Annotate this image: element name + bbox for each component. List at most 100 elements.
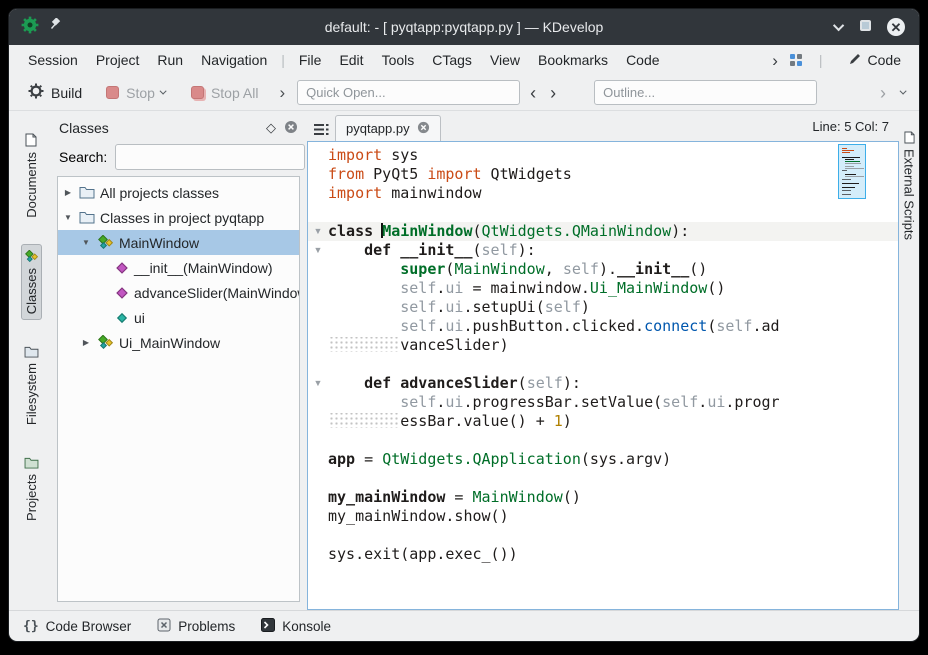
tree-item-init-mainwindow[interactable]: __init__(MainWindow)	[58, 255, 299, 280]
tree-item-label: __init__(MainWindow)	[134, 260, 273, 276]
dock-tab-documents[interactable]: Documents	[21, 127, 42, 224]
code-line[interactable]: self.ui.progressBar.setValue(self.ui.pro…	[308, 393, 898, 412]
tree-item-ui-mainwindow[interactable]: ▶Ui_MainWindow	[58, 330, 299, 355]
bottom-tool-label: Konsole	[282, 619, 331, 634]
build-button[interactable]: Build	[19, 78, 91, 107]
code-line[interactable]: my_mainWindow = MainWindow()	[308, 488, 898, 507]
bottom-tool-konsole[interactable]: Konsole	[261, 618, 331, 635]
chevron-down-icon[interactable]	[900, 88, 907, 95]
code-line-text: import sys	[328, 146, 418, 165]
tree-item-advanceslider-mainwindow[interactable]: advanceSlider(MainWindow)	[58, 280, 299, 305]
stop-all-button[interactable]: Stop All	[182, 80, 267, 106]
code-line[interactable]	[308, 355, 898, 374]
code-line[interactable]: self.ui.pushButton.clicked.connect(self.…	[308, 317, 898, 336]
code-line[interactable]	[308, 203, 898, 222]
titlebar[interactable]: default: - [ pyqtapp:pyqtapp.py ] — KDev…	[9, 9, 919, 45]
tree-item-mainwindow[interactable]: ▼MainWindow	[58, 230, 299, 255]
dock-tab-projects[interactable]: Projects	[21, 451, 42, 527]
maximize-button[interactable]	[860, 18, 871, 36]
quick-open-input[interactable]	[297, 80, 520, 105]
code-line[interactable]	[308, 469, 898, 488]
minimap-viewport[interactable]	[838, 144, 866, 199]
code-line[interactable]	[308, 526, 898, 545]
gutter	[308, 393, 328, 412]
toolbar-overflow-icon[interactable]: ›	[279, 83, 285, 103]
minimap-line	[842, 150, 854, 151]
code-line[interactable]: ▼ def __init__(self):	[308, 241, 898, 260]
method-icon	[115, 261, 129, 275]
code-line[interactable]: self.ui = mainwindow.Ui_MainWindow()	[308, 279, 898, 298]
minimap-line	[841, 192, 863, 193]
tree-item-ui[interactable]: ui	[58, 305, 299, 330]
code-line[interactable]: super(MainWindow, self).__init__()	[308, 260, 898, 279]
window-title: default: - [ pyqtapp:pyqtapp.py ] — KDev…	[9, 19, 919, 35]
tree-item-all-projects-classes[interactable]: ▶All projects classes	[58, 180, 299, 205]
float-panel-icon[interactable]: ◇	[266, 120, 276, 136]
menu-session[interactable]: Session	[19, 49, 87, 71]
close-button[interactable]: ✕	[887, 18, 905, 36]
gear-icon	[28, 83, 44, 102]
code-line[interactable]: app = QtWidgets.QApplication(sys.argv)	[308, 450, 898, 469]
code-line[interactable]: from PyQt5 import QtWidgets	[308, 165, 898, 184]
dock-tab-classes[interactable]: Classes	[21, 244, 42, 320]
back-button[interactable]: ‹	[526, 84, 540, 102]
bottom-tool-code-browser[interactable]: {}Code Browser	[23, 619, 131, 634]
toolbar-right-overflow-icon[interactable]: ›	[876, 84, 890, 102]
gutter	[308, 317, 328, 336]
menu-code[interactable]: Code	[617, 49, 668, 71]
menu-tools[interactable]: Tools	[373, 49, 424, 71]
forward-button[interactable]: ›	[546, 84, 560, 102]
code-line[interactable]: self.ui.setupUi(self)	[308, 298, 898, 317]
code-line[interactable]: sys.exit(app.exec_())	[308, 545, 898, 564]
menu-view[interactable]: View	[481, 49, 529, 71]
stop-all-label: Stop All	[211, 85, 258, 101]
code-line[interactable]: import sys	[308, 146, 898, 165]
dock-tab-external-scripts[interactable]: External Scripts	[899, 125, 920, 246]
minimize-button[interactable]	[836, 18, 844, 36]
collapse-arrow-icon[interactable]: ▼	[80, 238, 92, 247]
outline-input[interactable]	[594, 80, 817, 105]
code-line[interactable]: import mainwindow	[308, 184, 898, 203]
fold-marker-icon[interactable]: ▼	[308, 374, 328, 393]
menu-ctags[interactable]: CTags	[423, 49, 481, 71]
fold-marker-icon[interactable]: ▼	[308, 222, 328, 241]
tab-pyqtapp-py[interactable]: pyqtapp.py	[335, 115, 441, 141]
minimap[interactable]	[838, 144, 866, 607]
menu-file[interactable]: File	[290, 49, 331, 71]
code-line[interactable]	[308, 431, 898, 450]
expand-arrow-icon[interactable]: ▶	[62, 188, 74, 197]
grid-icon[interactable]	[790, 54, 802, 66]
left-dock-strip: Documents Classes Filesystem Projects	[9, 111, 53, 610]
menu-bookmarks[interactable]: Bookmarks	[529, 49, 617, 71]
dock-tab-filesystem[interactable]: Filesystem	[21, 340, 42, 431]
code-mode-button[interactable]: Code	[840, 49, 909, 72]
menu-navigation[interactable]: Navigation	[192, 49, 276, 71]
menu-project[interactable]: Project	[87, 49, 149, 71]
tab-close-icon[interactable]	[417, 121, 430, 137]
fold-marker-icon[interactable]: ▼	[308, 241, 328, 260]
code-line[interactable]: essBar.value() + 1)	[308, 412, 898, 431]
code-line[interactable]: ▼class MainWindow(QtWidgets.QMainWindow)…	[308, 222, 898, 241]
document-list-icon[interactable]	[307, 117, 335, 141]
minimap-line	[842, 190, 851, 191]
code-line[interactable]: vanceSlider)	[308, 336, 898, 355]
bottom-tool-label: Code Browser	[46, 619, 132, 634]
bottom-tool-problems[interactable]: Problems	[157, 618, 235, 635]
close-panel-icon[interactable]	[284, 120, 298, 137]
class-search-input[interactable]	[115, 144, 305, 170]
code-editor[interactable]: import sysfrom PyQt5 import QtWidgetsimp…	[307, 141, 899, 610]
tree-item-classes-in-project-pyqtapp[interactable]: ▼Classes in project pyqtapp	[58, 205, 299, 230]
code-line[interactable]: ▼ def advanceSlider(self):	[308, 374, 898, 393]
minimap-line	[842, 152, 850, 153]
menubar-overflow-icon[interactable]: ›	[772, 52, 778, 69]
main-area: Documents Classes Filesystem Projects Class…	[9, 111, 919, 610]
pin-icon[interactable]	[49, 18, 62, 36]
code-line[interactable]: my_mainWindow.show()	[308, 507, 898, 526]
stop-button[interactable]: Stop	[97, 80, 176, 106]
collapse-arrow-icon[interactable]: ▼	[62, 213, 74, 222]
expand-arrow-icon[interactable]: ▶	[80, 338, 92, 347]
gutter	[308, 203, 328, 222]
menu-edit[interactable]: Edit	[330, 49, 372, 71]
menu-run[interactable]: Run	[148, 49, 192, 71]
gutter	[308, 469, 328, 488]
